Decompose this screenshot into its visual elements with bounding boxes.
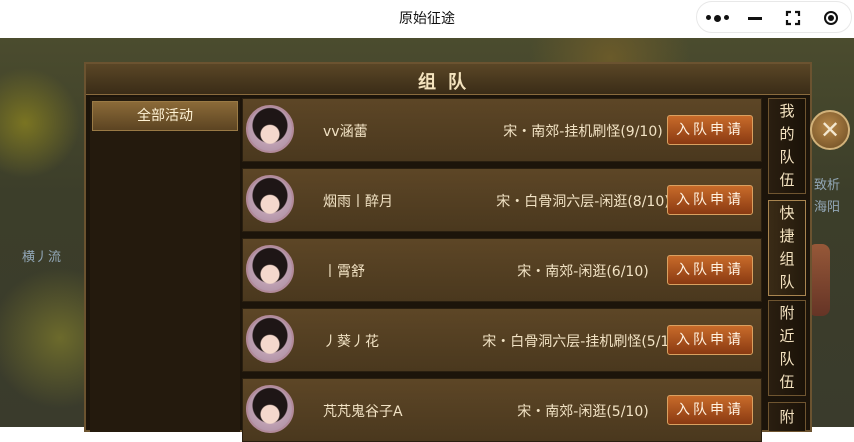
join-request-button[interactable]: 入队申请: [667, 325, 753, 355]
avatar: [246, 175, 294, 223]
panel-header: 组队: [86, 64, 810, 95]
team-panel: 组队 全部活动 vv涵蕾 宋・南郊-挂机刷怪(9/10) 入队申请 烟雨丨醉月 …: [84, 62, 812, 442]
tab-more[interactable]: 附: [768, 402, 806, 432]
minus-icon[interactable]: [737, 2, 773, 34]
tab-char: 我: [779, 102, 795, 120]
join-request-button[interactable]: 入队申请: [667, 255, 753, 285]
panel-title: 组队: [418, 72, 478, 93]
restore-icon[interactable]: [775, 2, 811, 34]
avatar: [246, 105, 294, 153]
tab-char: 的: [779, 125, 795, 143]
scene-label-right-2: 海阳: [814, 200, 841, 215]
join-request-button[interactable]: 入队申请: [667, 115, 753, 145]
scene-label-right-1: 致析: [814, 178, 841, 193]
tab-char: 附: [779, 407, 795, 426]
join-request-button[interactable]: 入队申请: [667, 395, 753, 425]
tab-char: 伍: [779, 171, 795, 189]
tab-char: 快: [779, 204, 795, 222]
scene-label-left: 横丿流: [22, 250, 62, 265]
tab-char: 队: [779, 148, 795, 166]
filter-all-activities[interactable]: 全部活动: [92, 101, 238, 131]
team-row: 丿葵丿花 宋・白骨洞六层-挂机刷怪(5/10) 入队申请: [242, 308, 762, 372]
top-bar: 原始征途: [0, 0, 854, 38]
team-row: vv涵蕾 宋・南郊-挂机刷怪(9/10) 入队申请: [242, 98, 762, 162]
tab-char: 伍: [779, 373, 795, 391]
target-icon[interactable]: [813, 2, 849, 34]
tab-char: 队: [779, 273, 795, 291]
activity-filter-list: 全部活动: [90, 97, 240, 432]
more-dots-icon[interactable]: [699, 2, 735, 34]
team-row: 烟雨丨醉月 宋・白骨洞六层-闲逛(8/10) 入队申请: [242, 168, 762, 232]
tab-char: 捷: [779, 227, 795, 245]
avatar: [246, 315, 294, 363]
join-request-button[interactable]: 入队申请: [667, 185, 753, 215]
team-row: 丨霄舒 宋・南郊-闲逛(6/10) 入队申请: [242, 238, 762, 302]
tab-char: 组: [779, 250, 795, 268]
avatar: [246, 245, 294, 293]
team-row: 芃芃鬼谷子A 宋・南郊-闲逛(5/10) 入队申请: [242, 378, 762, 442]
tab-my-team[interactable]: 我 的 队 伍: [768, 98, 806, 194]
tab-char: 队: [779, 350, 795, 368]
capsule-menu: [696, 1, 852, 33]
tab-char: 近: [779, 327, 795, 345]
close-icon[interactable]: ✕: [810, 110, 850, 150]
avatar: [246, 385, 294, 433]
tab-quick-team[interactable]: 快 捷 组 队: [768, 200, 806, 296]
tab-char: 附: [779, 304, 795, 322]
tab-nearby-teams[interactable]: 附 近 队 伍: [768, 300, 806, 396]
